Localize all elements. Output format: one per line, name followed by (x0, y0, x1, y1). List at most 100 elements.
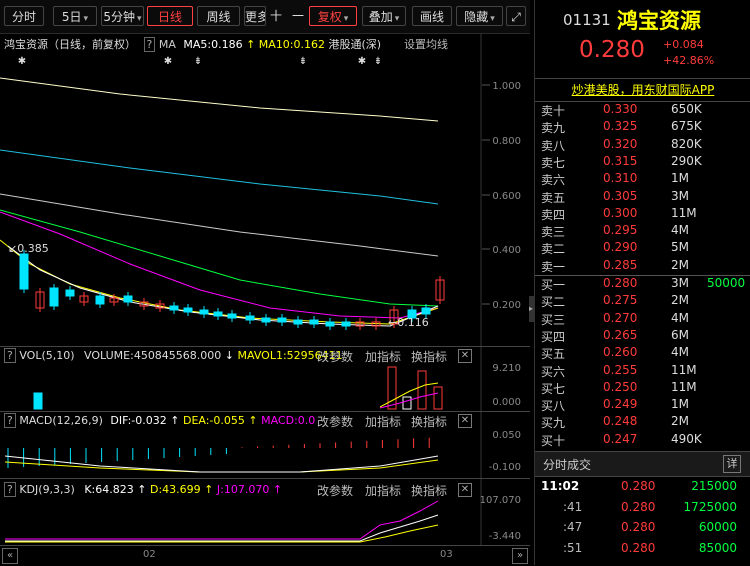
sell-order-row[interactable]: 卖十 0.330 650K (535, 102, 750, 119)
kdj-chart: 107.070 -3.440 (5, 479, 521, 545)
tab-more[interactable]: 更多 (244, 6, 266, 26)
tab-weekly[interactable]: 周线 (197, 6, 240, 26)
expand-icon[interactable]: ⤢ (506, 6, 526, 26)
buy-order-row[interactable]: 买七 0.250 11M (535, 380, 750, 397)
ticks-detail-button[interactable]: 详 (723, 455, 741, 473)
candle-body (421, 307, 431, 315)
candle-body (213, 311, 223, 317)
sell-order-row[interactable]: 卖四 0.300 11M (535, 206, 750, 223)
sell-order-row[interactable]: 卖六 0.310 1M (535, 171, 750, 188)
buy-order-row[interactable]: 买六 0.255 11M (535, 363, 750, 380)
order-volume: 11M (671, 362, 697, 377)
order-price: 0.285 (603, 257, 638, 272)
order-price: 0.247 (603, 431, 638, 446)
order-level-label: 买五 (541, 347, 566, 362)
crosshair-button[interactable]: 十 (266, 6, 286, 26)
stock-code: 01131 (563, 11, 611, 29)
order-level-label: 买二 (541, 295, 566, 310)
order-volume: 5M (671, 240, 689, 255)
sell-order-row[interactable]: 卖三 0.295 4M (535, 223, 750, 240)
order-level-label: 卖一 (541, 259, 566, 274)
scroll-left-icon[interactable]: « (2, 548, 18, 564)
sell-order-row[interactable]: 卖八 0.320 820K (535, 137, 750, 154)
event-marker-icon[interactable]: ⇟ (374, 56, 382, 67)
tab-daily[interactable]: 日线 (147, 6, 193, 26)
buy-order-row[interactable]: 买九 0.248 2M (535, 414, 750, 431)
sell-order-row[interactable]: 卖一 0.285 2M (535, 258, 750, 275)
tick-row: :47 0.280 60000 (535, 518, 750, 539)
scroll-right-icon[interactable]: » (512, 548, 528, 564)
order-level-label: 买四 (541, 329, 566, 344)
tab-intraday[interactable]: 分时 (4, 6, 44, 26)
candle-body (341, 321, 351, 327)
order-price: 0.249 (603, 397, 638, 412)
order-price: 0.330 (603, 102, 638, 116)
order-volume: 650K (671, 102, 702, 116)
order-price: 0.255 (603, 362, 638, 377)
candle-body (227, 313, 237, 319)
sell-order-row[interactable]: 卖九 0.325 675K (535, 119, 750, 136)
low-price-label: ←0.116 (388, 316, 429, 329)
event-marker-icon[interactable]: ✱ (358, 56, 366, 67)
buy-order-row[interactable]: 买十 0.247 490K (535, 432, 750, 449)
hide-dropdown[interactable]: 隐藏 (456, 6, 503, 26)
minus-button[interactable]: 一 (288, 6, 308, 26)
tab-5day[interactable]: 5日 (53, 6, 97, 26)
overlay-dropdown[interactable]: 叠加 (362, 6, 406, 26)
sell-order-row[interactable]: 卖七 0.315 290K (535, 154, 750, 171)
order-price: 0.300 (603, 205, 638, 220)
candle-body (245, 315, 255, 321)
buy-order-row[interactable]: 买二 0.275 2M (535, 293, 750, 310)
order-price: 0.280 (603, 276, 638, 290)
event-marker-icon[interactable]: ⇟ (194, 56, 202, 67)
k-line (5, 514, 439, 542)
candle-body (309, 319, 319, 325)
order-price: 0.260 (603, 345, 638, 360)
sell-order-row[interactable]: 卖五 0.305 3M (535, 189, 750, 206)
ad-banner[interactable]: 炒港美股，用东财国际APP (535, 78, 750, 102)
order-level-label: 卖二 (541, 242, 566, 257)
ma-line-60 (0, 149, 439, 205)
buy-order-row[interactable]: 买一 0.280 3M 50000 (535, 276, 750, 293)
order-volume: 1M (671, 397, 689, 412)
order-volume: 3M (671, 276, 689, 290)
draw-line-button[interactable]: 画线 (412, 6, 452, 26)
order-level-label: 买八 (541, 399, 566, 414)
order-volume: 1M (671, 171, 689, 186)
order-level-label: 买十 (541, 433, 566, 448)
mavol2-line (379, 392, 439, 409)
price-change-pct: +42.86% (663, 54, 715, 67)
order-level-label: 卖八 (541, 138, 566, 153)
y-axis-label: -3.440 (489, 531, 521, 542)
candle-body (261, 317, 271, 323)
quote-panel: 01131 鸿宝资源 0.280 +0.084 +42.86% 炒港美股，用东财… (534, 0, 750, 565)
order-price: 0.290 (603, 240, 638, 255)
order-volume: 11M (671, 205, 697, 220)
tab-5min[interactable]: 5分钟 (101, 6, 144, 26)
candle-body (325, 321, 335, 327)
candle-body (277, 317, 287, 323)
tick-time: 11:02 (541, 479, 580, 493)
order-price: 0.320 (603, 136, 638, 151)
adjust-dropdown[interactable]: 复权 (309, 6, 357, 26)
order-level-label: 卖十 (541, 104, 566, 118)
buy-order-row[interactable]: 买八 0.249 1M (535, 397, 750, 414)
order-price: 0.270 (603, 310, 638, 325)
event-marker-icon[interactable]: ⇟ (299, 56, 307, 67)
sell-order-row[interactable]: 卖二 0.290 5M (535, 240, 750, 257)
candle-body (199, 309, 209, 315)
buy-order-row[interactable]: 买四 0.265 6M (535, 328, 750, 345)
order-level-label: 卖四 (541, 207, 566, 222)
order-price: 0.250 (603, 379, 638, 394)
order-price: 0.248 (603, 414, 638, 429)
buy-order-row[interactable]: 买三 0.270 4M (535, 311, 750, 328)
ad-link[interactable]: 炒港美股，用东财国际APP (535, 79, 750, 101)
volume-chart: 9.210 0.000 (33, 347, 521, 411)
candle-body (169, 305, 179, 311)
event-marker-icon[interactable]: ✱ (164, 56, 172, 67)
event-marker-icon[interactable]: ✱ (18, 56, 26, 67)
y-axis-label: -0.100 (489, 462, 521, 473)
order-price: 0.325 (603, 119, 638, 134)
buy-order-row[interactable]: 买五 0.260 4M (535, 345, 750, 362)
ma-line-30 (0, 193, 439, 257)
